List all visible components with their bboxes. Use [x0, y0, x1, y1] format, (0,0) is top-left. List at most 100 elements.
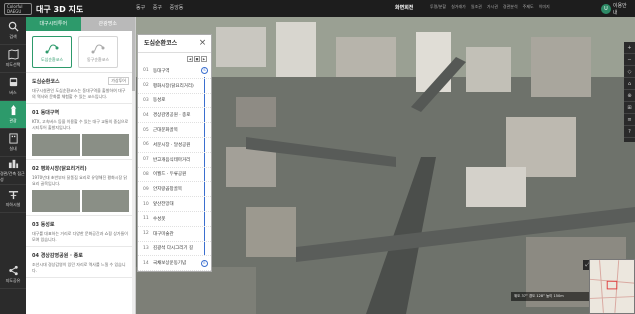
tab-city-tour[interactable]: 대구시티투어	[26, 17, 81, 31]
stop-number: 14	[143, 260, 149, 266]
left-nav: 검색 지도선택 버스 관광 실내 경관/건축 접근성 지하시설 지도공유	[0, 17, 26, 314]
section-text: KTX, 고속버스 등을 이용할 수 있는 대구 교통의 중심으로 시티투어 출…	[32, 119, 129, 130]
stop-section[interactable]: 01 동대구역 KTX, 고속버스 등을 이용할 수 있는 대구 교통의 중심으…	[26, 104, 135, 160]
user-label: 이용안내	[612, 2, 627, 16]
scroll-thumb[interactable]	[132, 31, 135, 91]
layers-button[interactable]: ⊞	[624, 102, 635, 114]
course-stop[interactable]: 08 이월드 · 두류공원	[138, 168, 211, 183]
stop-name: 평화시장(닭요리거리)	[153, 83, 194, 89]
course-stop[interactable]: 13 김광석 다시그리기 길	[138, 242, 211, 257]
help-button[interactable]: ?	[624, 126, 635, 138]
minimap[interactable]	[589, 259, 635, 314]
prev-button[interactable]: ◀	[187, 55, 193, 62]
nav-indoor[interactable]: 실내	[0, 129, 26, 157]
nav-search[interactable]: 검색	[0, 17, 26, 45]
stop-section[interactable]: 02 평화시장(닭요리거리) 1970년대 초반부터 닭똥집 요리로 유명해진 …	[26, 160, 135, 216]
course-stop[interactable]: 10 앞산전망대	[138, 197, 211, 212]
section-title: 01 동대구역	[32, 109, 60, 116]
stop-section[interactable]: 04 경상감영공원 · 종로 조선시대 경상감영이 있던 자리로 역사를 느낄 …	[26, 247, 135, 278]
tower-icon	[10, 105, 16, 116]
category-donggu[interactable]: 동구순환코스	[78, 36, 118, 68]
home-button[interactable]: ⌂	[624, 78, 635, 90]
stop-name: 서문시장 · 달성공원	[153, 142, 191, 148]
zoom-out-button[interactable]: −	[624, 54, 635, 66]
user-menu[interactable]: U 이용안내	[601, 2, 631, 16]
course-categories: 도심순환코스 동구순환코스	[26, 31, 135, 73]
nav-share[interactable]: 지도공유	[0, 261, 26, 289]
toolbar-item[interactable]: 가시권	[487, 4, 498, 14]
course-stop[interactable]: 03 동성로	[138, 94, 211, 109]
stop-name: 김광석 다시그리기 길	[153, 246, 194, 252]
stop-name: 반고개음식테마거리	[153, 157, 191, 163]
stop-name: 경상감영공원 · 종로	[153, 113, 191, 119]
panel-scrollbar[interactable]	[132, 31, 135, 314]
compass-button[interactable]: ◇	[624, 66, 635, 78]
app-title: 대구 3D 지도	[36, 5, 84, 14]
coordinate-status: 위도 37° 경도 128° 높이 150m	[511, 292, 589, 301]
stop-name: 근대문화골목	[153, 128, 178, 134]
bus-icon	[9, 77, 17, 87]
stop-number: 05	[143, 127, 149, 133]
toolbar-item[interactable]: 일조권	[471, 4, 482, 14]
play-button[interactable]: ▶	[201, 55, 207, 62]
course-stop[interactable]: 02 평화시장(닭요리거리)	[138, 79, 211, 94]
breadcrumb-item[interactable]: 중앙동	[170, 5, 184, 11]
course-stop[interactable]: 01 동대구역 S	[138, 64, 211, 79]
photo-strip	[32, 134, 129, 156]
top-header: Colorful DAEGU 대구 3D 지도 동구 중구 중앙동 화면회전 투…	[0, 0, 635, 17]
location-breadcrumb: 동구 중구 중앙동	[136, 4, 189, 11]
map-icon	[7, 49, 19, 60]
course-stop[interactable]: 04 경상감영공원 · 종로	[138, 108, 211, 124]
nav-label: 지도선택	[5, 62, 21, 67]
nav-underground[interactable]: 지하시설	[0, 185, 26, 213]
screen-rotate-button[interactable]: 화면회전	[395, 4, 413, 11]
photo-strip	[32, 190, 129, 212]
course-stop[interactable]: 05 근대문화골목	[138, 123, 211, 138]
nav-label: 경관/건축 접근성	[0, 171, 25, 182]
search-icon	[8, 21, 19, 32]
nav-map-select[interactable]: 지도선택	[0, 45, 26, 73]
nav-tour[interactable]: 관광	[0, 101, 26, 129]
nav-bus[interactable]: 버스	[0, 73, 26, 101]
toolbar-item[interactable]: 경관분석	[503, 4, 518, 14]
nav-label: 지도공유	[5, 278, 21, 283]
map-tools: + − ◇ ⌂ ⊕ ⊞ ≡ ?	[624, 42, 635, 142]
section-text: 1970년대 초반부터 닭똥집 요리로 유명해진 평화시장 닭요리 골목입니다.	[32, 175, 128, 186]
nav-label: 관광	[9, 118, 17, 123]
nav-label: 버스	[9, 90, 17, 95]
menu-button[interactable]: ≡	[624, 114, 635, 126]
close-icon[interactable]: ×	[197, 38, 208, 49]
course-stop[interactable]: 12 대구미술관	[138, 227, 211, 242]
virtual-tour-button[interactable]: 가상투어	[108, 77, 129, 85]
toolbar-item[interactable]: 실거래가	[451, 4, 466, 14]
city-logo[interactable]: Colorful DAEGU	[4, 3, 32, 15]
zoom-in-button[interactable]: +	[624, 42, 635, 54]
stop-number: 11	[143, 216, 149, 222]
tab-attractions[interactable]: 관광명소	[80, 17, 135, 31]
stop-name: 국채보상운동기념	[153, 261, 187, 267]
route-icon	[91, 44, 105, 54]
locate-button[interactable]: ⊕	[624, 90, 635, 102]
nav-landscape[interactable]: 경관/건축 접근성	[0, 157, 26, 185]
course-stop[interactable]: 14 국채보상운동기념 E	[138, 256, 211, 272]
category-label: 도심순환코스	[40, 57, 64, 62]
course-stop[interactable]: 09 안지랑곱창골목	[138, 182, 211, 198]
course-intro: 도심순환코스 가상투어 대구시설관인 도심순환코스는 동대구역을 출발하여 대구의…	[26, 73, 135, 104]
header-toolbar: 투명/분할 실거래가 일조권 가시권 경관분석 주제도 이미지	[430, 4, 590, 14]
toolbar-item[interactable]: 이미지	[539, 4, 550, 14]
stop-section[interactable]: 03 동성로 대구를 대표하는 거리로 다양한 문화공간과 쇼핑 상가들이 모여…	[26, 216, 135, 247]
stop-name: 앞산전망대	[153, 202, 174, 208]
stop-button[interactable]: ■	[194, 55, 200, 62]
course-stop[interactable]: 06 서문시장 · 달성공원	[138, 138, 211, 153]
section-title: 04 경상감영공원 · 종로	[32, 252, 83, 259]
category-downtown[interactable]: 도심순환코스	[32, 36, 72, 68]
stop-number: 01	[143, 68, 149, 74]
breadcrumb-item[interactable]: 중구	[153, 5, 162, 11]
breadcrumb-item[interactable]: 동구	[136, 5, 145, 11]
toolbar-item[interactable]: 주제도	[523, 4, 534, 14]
stop-name: 대구미술관	[153, 231, 174, 237]
course-stop[interactable]: 07 반고개음식테마거리	[138, 153, 211, 168]
section-title: 03 동성로	[32, 221, 55, 228]
toolbar-item[interactable]: 투명/분할	[430, 4, 446, 14]
course-stop[interactable]: 11 수성못	[138, 212, 211, 227]
